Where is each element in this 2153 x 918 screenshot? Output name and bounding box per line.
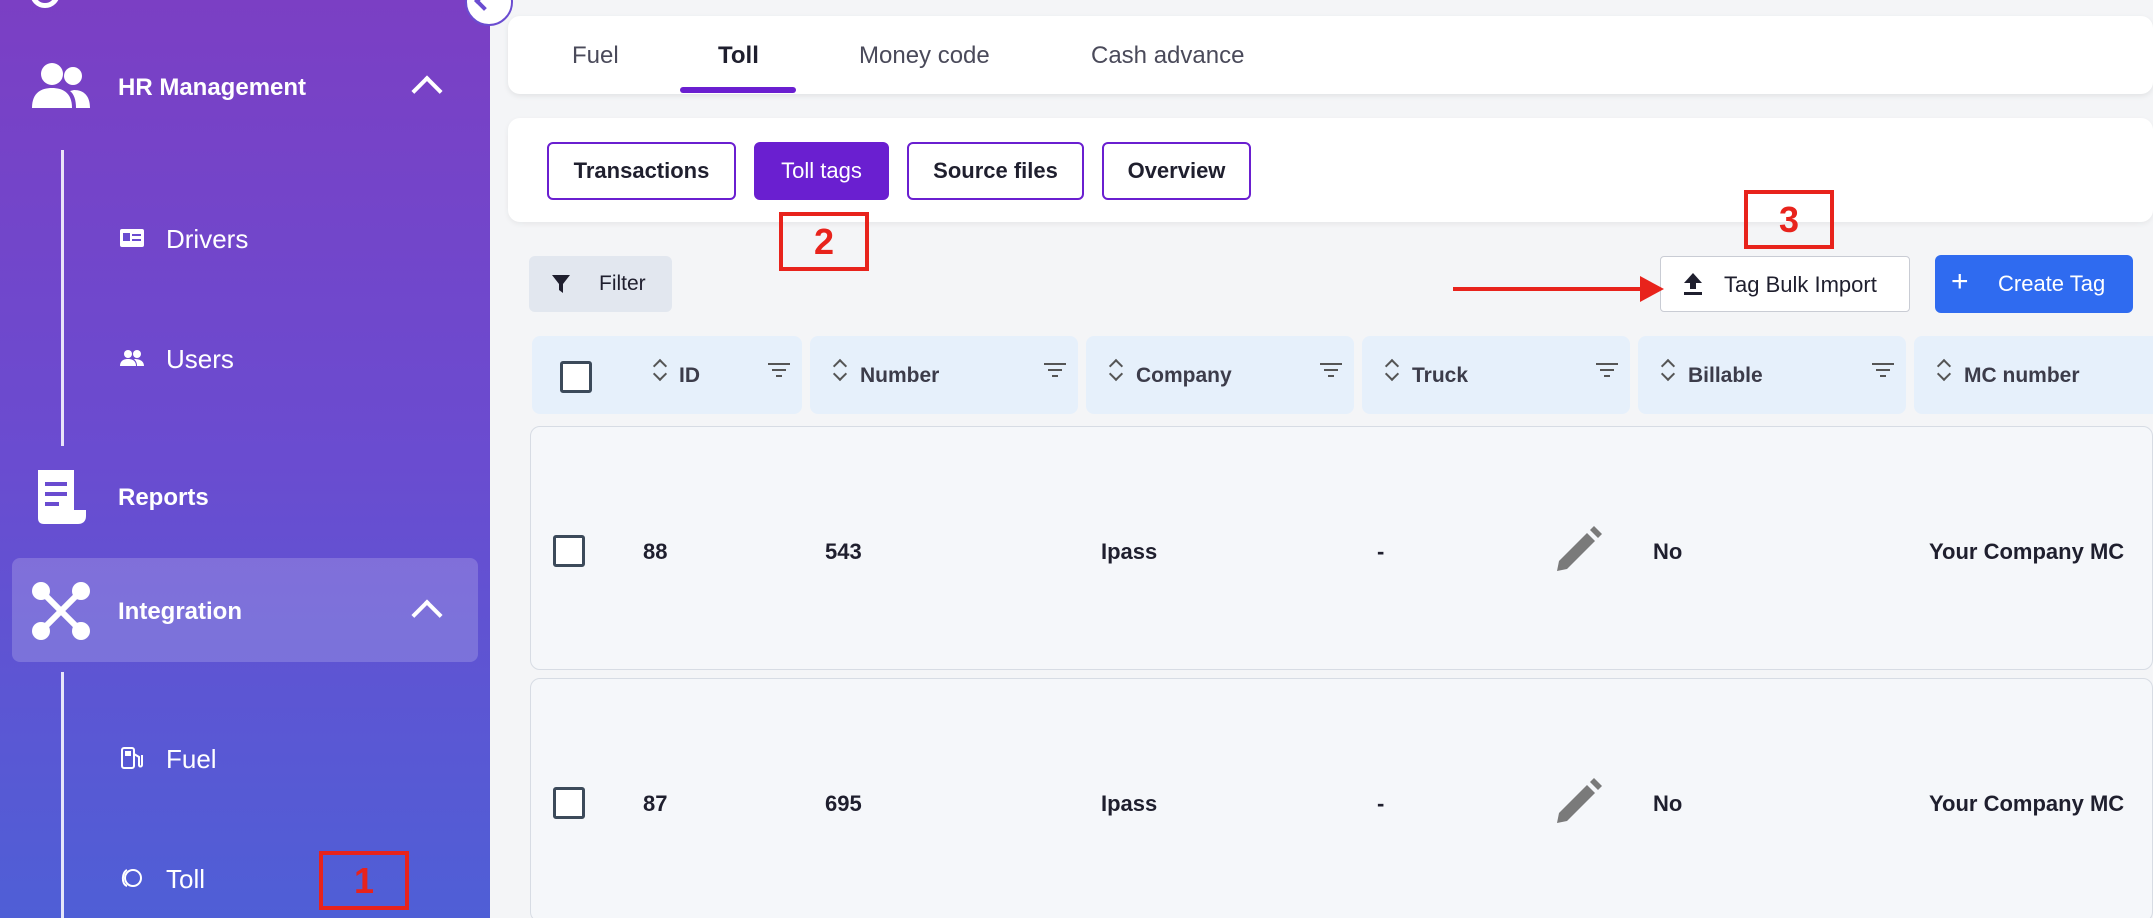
column-title: Truck xyxy=(1412,364,1469,387)
annotation-box-2: 2 xyxy=(779,212,869,271)
sidebar-item-label: Reports xyxy=(118,484,209,511)
sidebar-item-label: HR Management xyxy=(118,74,307,101)
cell-company: Ipass xyxy=(1101,791,1158,816)
column-filter-icon[interactable] xyxy=(768,363,790,379)
chevron-up-icon[interactable] xyxy=(411,599,443,631)
chevron-up-icon[interactable] xyxy=(411,75,443,107)
column-title: MC number xyxy=(1964,364,2080,387)
column-filter-icon[interactable] xyxy=(1872,363,1894,379)
sidebar-item-label: Drivers xyxy=(166,224,249,254)
sidebar-item-fuel[interactable]: Fuel xyxy=(0,740,490,780)
table-row[interactable]: 88 543 Ipass - No Your Company MC xyxy=(530,426,2153,670)
filter-label: Filter xyxy=(599,272,646,295)
sidebar-item-integration[interactable]: Integration xyxy=(0,580,490,642)
tag-bulk-import-button[interactable]: Tag Bulk Import xyxy=(1660,256,1910,312)
sidebar-item-label: Integration xyxy=(118,598,242,625)
upload-icon xyxy=(1684,273,1702,295)
toll-tags-table: ID Number Company Truck Billable MC numb… xyxy=(530,336,2153,918)
users-icon xyxy=(120,350,144,366)
annotation-arrow-head xyxy=(1640,276,1664,302)
column-header-number[interactable]: Number xyxy=(810,336,1078,414)
table-row[interactable]: 87 695 Ipass - No Your Company MC xyxy=(530,678,2153,918)
tab-cash-advance[interactable]: Cash advance xyxy=(1091,42,1244,70)
create-tag-button[interactable]: + Create Tag xyxy=(1935,255,2133,313)
cell-number: 543 xyxy=(825,539,862,564)
sidebar-item-label: Toll xyxy=(166,864,206,894)
cell-mc-number: Your Company MC xyxy=(1929,539,2125,564)
tab-toll[interactable]: Toll xyxy=(718,42,759,70)
column-filter-icon[interactable] xyxy=(1320,363,1342,379)
column-header-mc-number[interactable]: MC number xyxy=(1914,336,2153,414)
document-icon xyxy=(38,470,86,524)
sidebar-item-users[interactable]: Users xyxy=(0,340,490,380)
sidebar-item-toll[interactable]: Toll xyxy=(0,860,490,900)
select-all-checkbox[interactable] xyxy=(560,361,592,393)
sidebar-item-hr-management[interactable]: HR Management xyxy=(0,56,490,118)
sidebar-item-drivers[interactable]: Drivers xyxy=(0,220,490,260)
import-label: Tag Bulk Import xyxy=(1724,272,1877,297)
sort-icon[interactable] xyxy=(1386,358,1398,382)
column-filter-icon[interactable] xyxy=(1044,363,1066,379)
sidebar: HR Management Drivers Users Reports Inte… xyxy=(0,0,490,918)
pencil-icon[interactable] xyxy=(1551,525,1603,577)
top-nav-icon[interactable] xyxy=(30,0,60,8)
plus-icon: + xyxy=(1951,265,1969,298)
cell-billable: No xyxy=(1653,791,1683,816)
integration-icon xyxy=(32,582,90,640)
top-tabs: Fuel Toll Money code Cash advance xyxy=(508,16,2153,94)
sidebar-item-label: Fuel xyxy=(166,744,217,774)
column-title: ID xyxy=(679,364,700,387)
subtab-toll-tags[interactable]: Toll tags xyxy=(754,142,889,200)
annotation-arrow xyxy=(1453,287,1643,291)
column-header-id[interactable]: ID xyxy=(532,336,802,414)
row-checkbox[interactable] xyxy=(553,535,585,567)
fuel-pump-icon xyxy=(121,747,143,769)
cell-id: 88 xyxy=(643,539,668,564)
cell-truck: - xyxy=(1377,539,1385,564)
sort-icon[interactable] xyxy=(1110,358,1122,382)
column-header-billable[interactable]: Billable xyxy=(1638,336,1906,414)
cell-company: Ipass xyxy=(1101,539,1158,564)
annotation-box-3: 3 xyxy=(1744,190,1834,249)
cell-mc-number: Your Company MC xyxy=(1929,791,2125,816)
funnel-icon xyxy=(552,275,570,293)
chevron-left-icon xyxy=(474,0,494,11)
column-title: Company xyxy=(1136,364,1232,387)
sort-icon[interactable] xyxy=(654,358,666,382)
filter-button[interactable]: Filter xyxy=(529,256,672,312)
column-filter-icon[interactable] xyxy=(1596,363,1618,379)
column-header-company[interactable]: Company xyxy=(1086,336,1354,414)
sort-icon[interactable] xyxy=(834,358,846,382)
column-header-truck[interactable]: Truck xyxy=(1362,336,1630,414)
row-checkbox[interactable] xyxy=(553,787,585,819)
cell-truck: - xyxy=(1377,791,1385,816)
tab-fuel[interactable]: Fuel xyxy=(572,42,619,70)
subtab-overview[interactable]: Overview xyxy=(1102,142,1251,200)
toll-icon xyxy=(121,869,142,887)
sort-icon[interactable] xyxy=(1662,358,1674,382)
annotation-box-1: 1 xyxy=(319,851,409,910)
sidebar-item-label: Users xyxy=(166,344,234,374)
tab-money-code[interactable]: Money code xyxy=(859,42,990,70)
people-icon xyxy=(32,63,90,108)
subtab-source-files[interactable]: Source files xyxy=(907,142,1084,200)
column-title: Number xyxy=(860,364,940,387)
cell-billable: No xyxy=(1653,539,1683,564)
sort-icon[interactable] xyxy=(1938,358,1950,382)
subtab-transactions[interactable]: Transactions xyxy=(547,142,736,200)
column-title: Billable xyxy=(1688,364,1763,387)
cell-number: 695 xyxy=(825,791,862,816)
cell-id: 87 xyxy=(643,791,668,816)
sidebar-item-reports[interactable]: Reports xyxy=(0,466,490,528)
pencil-icon[interactable] xyxy=(1551,777,1603,829)
tree-line xyxy=(61,150,64,446)
id-card-icon xyxy=(120,229,144,247)
active-tab-indicator xyxy=(680,87,796,93)
create-label: Create Tag xyxy=(1998,271,2106,296)
